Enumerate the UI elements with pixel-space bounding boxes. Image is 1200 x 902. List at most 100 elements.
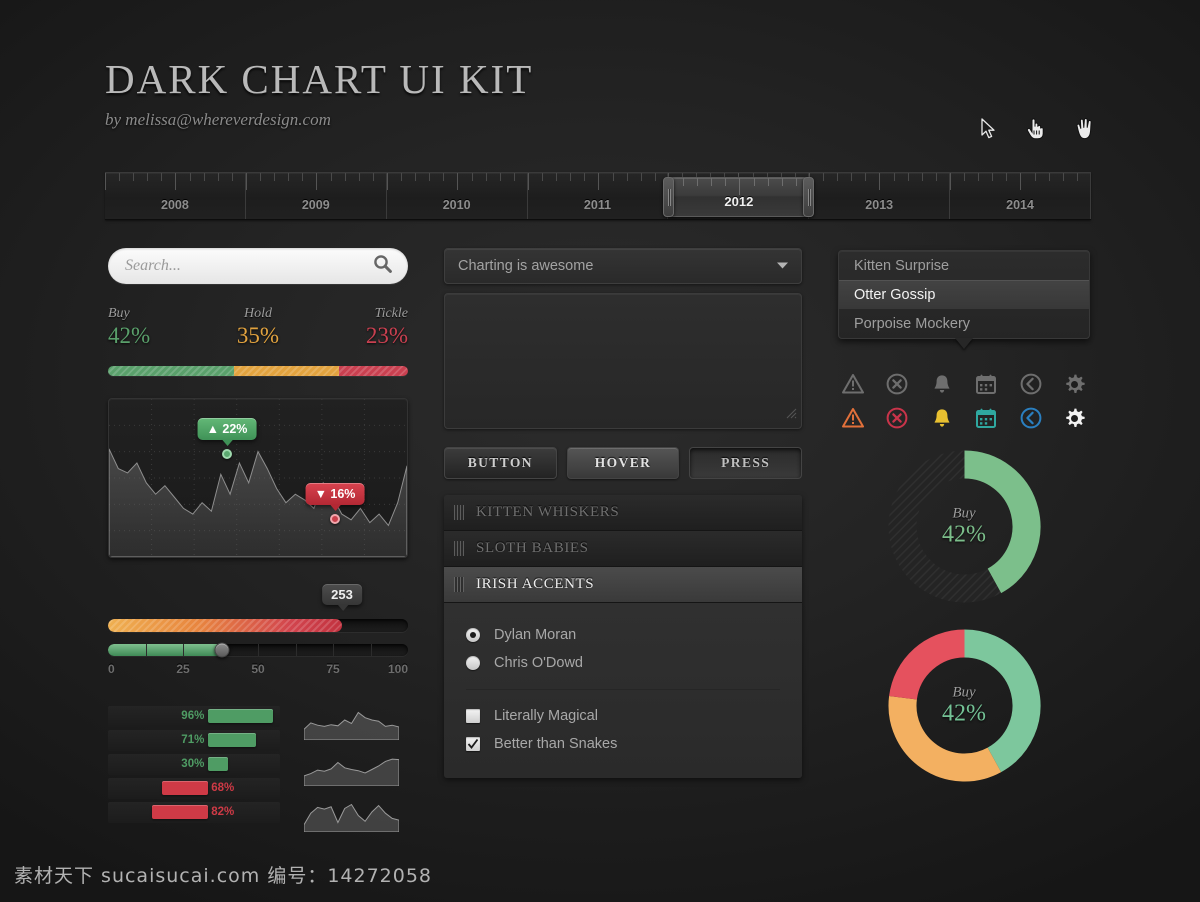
clock-back-icon[interactable] (1016, 369, 1046, 399)
ruler-tick (273, 173, 275, 181)
ruler-tick (301, 173, 303, 181)
error-circle-icon[interactable] (882, 369, 912, 399)
ruler-tick (315, 173, 317, 190)
search-box[interactable] (108, 248, 408, 284)
warning-triangle-icon[interactable] (838, 369, 868, 399)
accordion-tab-sloth-babies[interactable]: SLOTH BABIES (444, 531, 802, 567)
stat-tickle: Tickle 23% (366, 306, 408, 349)
resize-grip-icon[interactable] (784, 406, 797, 424)
bell-icon[interactable] (927, 369, 957, 399)
ruler-selection-grip-right[interactable] (803, 177, 815, 217)
right-column: Kitten Surprise Otter Gossip Porpoise Mock… (838, 250, 1090, 783)
ruler-segment-2013[interactable]: 2013 (809, 173, 951, 219)
ruler-tick (583, 173, 585, 181)
sparkline-3 (303, 798, 400, 833)
donut-label: Buy (952, 505, 976, 521)
ruler-tick (739, 178, 741, 195)
ruler-tick (358, 173, 360, 181)
table-row: 82% (108, 802, 280, 823)
slider-track[interactable] (108, 644, 408, 656)
area-chart-tooltip-down: ▼ 16% (305, 483, 365, 511)
ruler-tick (147, 173, 148, 181)
calendar-icon-active[interactable] (971, 403, 1001, 433)
ruler-segment-2009[interactable]: 2009 (245, 173, 387, 219)
donut-center-label: Buy 42% (942, 505, 986, 548)
ruler-tick (527, 173, 529, 190)
area-chart-point-down (330, 514, 340, 524)
ruler-segment-2008[interactable]: 2008 (105, 173, 246, 219)
checkbox-option[interactable]: Literally Magical (444, 702, 802, 730)
ruler-tick (456, 173, 458, 190)
pointing-hand-cursor-icon (1025, 117, 1045, 140)
bell-icon-active[interactable] (927, 403, 957, 433)
checkbox-group: Literally Magical Better than Snakes (444, 702, 802, 758)
clock-back-icon-active[interactable] (1016, 403, 1046, 433)
sparkline-2 (303, 752, 400, 787)
accordion-tab-irish-accents[interactable]: IRISH ACCENTS (444, 567, 802, 603)
ruler-tick (1020, 173, 1022, 190)
ruler-tick (964, 173, 966, 181)
center-column: Charting is awesome BUTTON HOVER PRESS KIT… (444, 248, 803, 778)
search-icon[interactable] (373, 254, 392, 278)
ruler-tick (372, 173, 374, 181)
timeline-ruler[interactable]: 20082009201020112012201320142012 (105, 172, 1091, 220)
ruler-tick (950, 173, 952, 190)
table-row: 96% (108, 706, 280, 727)
tornado-value: 82% (211, 806, 235, 818)
dropdown-item-kitten-surprise[interactable]: Kitten Surprise (839, 251, 1089, 280)
ruler-selection[interactable]: 2012 (663, 177, 815, 217)
gear-icon-active[interactable] (1060, 403, 1090, 433)
calendar-icon[interactable] (971, 369, 1001, 399)
slider-scale-tick (258, 644, 259, 656)
stat-buy: Buy 42% (108, 306, 150, 349)
checkbox-icon[interactable] (466, 709, 480, 723)
accordion-tab-kitten-whiskers[interactable]: KITTEN WHISKERS (444, 495, 802, 531)
checkbox-icon[interactable] (466, 737, 480, 751)
radio-option[interactable]: Chris O'Dowd (444, 649, 802, 677)
ruler-tick (626, 173, 628, 181)
ruler-tick (1049, 173, 1051, 181)
textarea-field[interactable] (444, 293, 802, 429)
stat-bar-segment-hold (234, 366, 339, 376)
slider-scale-labels: 0 25 50 75 100 (108, 662, 408, 676)
stat-value: 35% (236, 323, 280, 348)
search-input[interactable] (108, 257, 373, 275)
page-header: DARK CHART UI KIT by melissa@whereverdes… (105, 55, 1095, 145)
radio-icon[interactable] (466, 656, 480, 670)
error-circle-icon-active[interactable] (882, 403, 912, 433)
checkbox-option[interactable]: Better than Snakes (444, 730, 802, 758)
tornado-bar (152, 805, 208, 819)
chevron-down-icon[interactable] (776, 257, 789, 275)
accordion-tab-list: KITTEN WHISKERS SLOTH BABIES IRISH ACCENTS (444, 495, 802, 603)
ruler-tick (245, 173, 247, 190)
button-press[interactable]: PRESS (689, 447, 803, 479)
stats-group: Buy 42% Hold 35% Tickle 23% (108, 306, 408, 362)
ruler-tick (133, 173, 134, 181)
ruler-segment-2014[interactable]: 2014 (950, 173, 1091, 219)
slider-handle[interactable] (214, 642, 230, 658)
ruler-segment-2011[interactable]: 2011 (527, 173, 669, 219)
ruler-tick (204, 173, 205, 181)
warning-triangle-icon-active[interactable] (838, 403, 868, 433)
select-dropdown[interactable]: Charting is awesome (444, 248, 802, 284)
ruler-selection-grip-left[interactable] (663, 177, 675, 217)
gear-icon[interactable] (1060, 369, 1090, 399)
tornado-value: 30% (181, 758, 205, 770)
radio-icon[interactable] (466, 628, 480, 642)
progress-bar-track[interactable] (108, 619, 408, 632)
accordion-panel: KITTEN WHISKERS SLOTH BABIES IRISH ACCENTS… (444, 495, 802, 778)
ruler-segment-2010[interactable]: 2010 (386, 173, 528, 219)
radio-option[interactable]: Dylan Moran (444, 621, 802, 649)
button-hover[interactable]: HOVER (566, 447, 680, 479)
ruler-tick (612, 173, 614, 181)
dropdown-item-otter-gossip[interactable]: Otter Gossip (839, 280, 1089, 309)
panel-divider (466, 689, 780, 690)
tornado-value: 68% (211, 782, 235, 794)
ruler-tick (879, 173, 881, 190)
ruler-year-label: 2008 (161, 198, 189, 212)
dropdown-menu: Kitten Surprise Otter Gossip Porpoise Mock… (838, 250, 1090, 349)
button-normal[interactable]: BUTTON (444, 447, 557, 479)
dropdown-item-porpoise-mockery[interactable]: Porpoise Mockery (839, 309, 1089, 338)
radio-group: Dylan Moran Chris O'Dowd (444, 621, 802, 677)
donut-chart-2: Buy 42% (887, 628, 1042, 783)
